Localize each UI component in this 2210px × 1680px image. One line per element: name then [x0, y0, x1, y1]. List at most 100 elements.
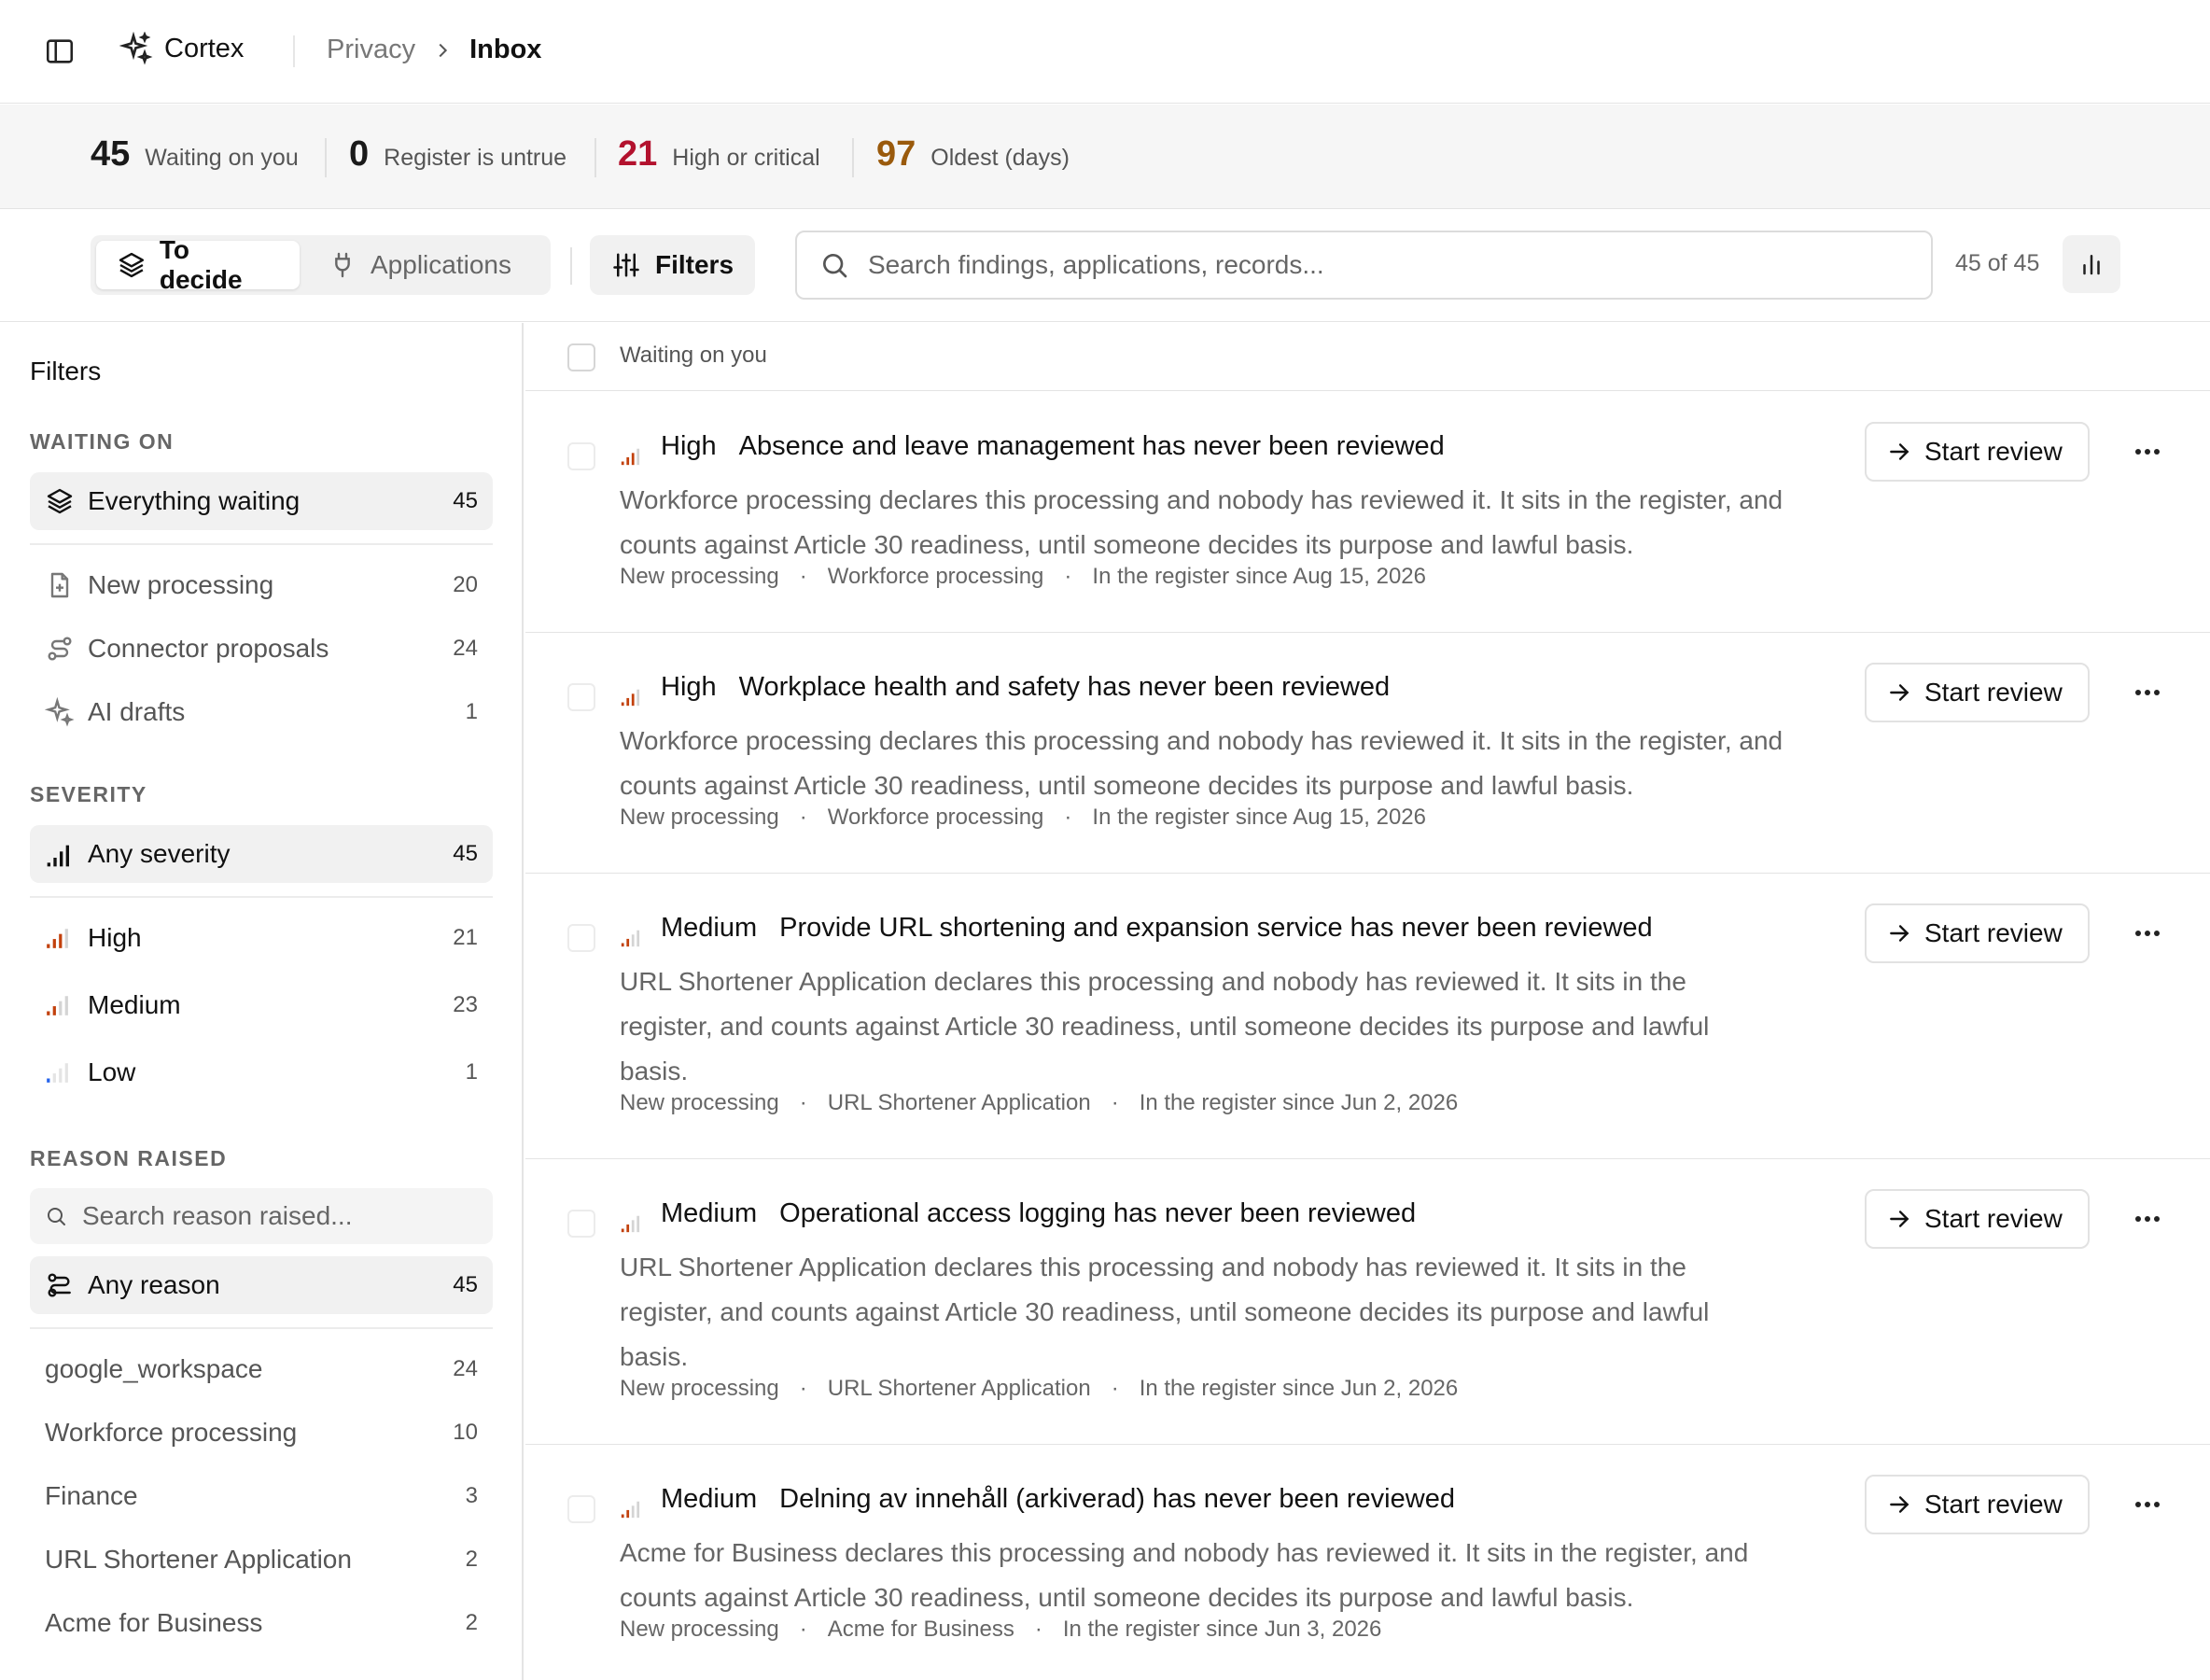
- sidebar-title: Filters: [30, 357, 102, 385]
- start-review-label: Start review: [1924, 918, 2063, 947]
- finding-description: Workforce processing declares this proce…: [620, 726, 1783, 800]
- meta-separator: ·: [799, 1376, 807, 1401]
- filter-count: 2: [465, 1610, 478, 1635]
- tab-to-decide-label: To decide: [159, 235, 243, 294]
- tab-applications-label: Applications: [371, 250, 511, 279]
- breadcrumb-privacy[interactable]: Privacy: [327, 35, 415, 65]
- more-options-icon[interactable]: [2133, 1491, 2162, 1518]
- filter-label: Any severity: [88, 839, 231, 868]
- stat-divider: [594, 138, 596, 177]
- severity-label: Medium: [661, 1198, 758, 1228]
- row-checkbox[interactable]: [567, 683, 595, 711]
- more-options-icon[interactable]: [2133, 920, 2162, 946]
- start-review-button[interactable]: Start review: [1865, 663, 2090, 722]
- filter-reason-acme-for-business[interactable]: Acme for Business 2: [30, 1594, 493, 1652]
- finding-meta: New processing · URL Shortener Application…: [620, 1090, 1458, 1116]
- stat-high: 21 High or critical: [618, 134, 820, 175]
- view-switcher: To decide Applications: [91, 235, 551, 295]
- finding-meta: New processing · Workforce processing · In t…: [620, 805, 1426, 831]
- sidebar-divider: [30, 1327, 493, 1329]
- filter-label: Any reason: [88, 1270, 220, 1299]
- meta-kind: New processing: [620, 1376, 779, 1401]
- list-item[interactable]: Medium Operational access logging has nev…: [525, 1159, 2210, 1445]
- signal-medium-icon: [621, 1501, 640, 1519]
- filter-reason-google-workspace[interactable]: google_workspace 24: [30, 1340, 493, 1398]
- finding-title: Provide URL shortening and expansion ser…: [779, 913, 1653, 943]
- start-review-button[interactable]: Start review: [1865, 903, 2090, 963]
- stats-bar: 45 Waiting on you 0 Register is untrue 2…: [0, 105, 2210, 209]
- more-options-icon[interactable]: [2133, 679, 2162, 706]
- severity-label: Medium: [661, 1484, 758, 1514]
- meta-kind: New processing: [620, 1617, 779, 1642]
- meta-separator: ·: [1111, 1090, 1119, 1115]
- row-checkbox[interactable]: [567, 1210, 595, 1238]
- stat-divider: [852, 138, 854, 177]
- search-box: [795, 231, 1933, 300]
- row-checkbox[interactable]: [567, 924, 595, 952]
- row-title: High Workplace health and safety has neve…: [661, 672, 1390, 703]
- filter-severity-low[interactable]: Low 1: [30, 1043, 493, 1101]
- start-review-button[interactable]: Start review: [1865, 1475, 2090, 1534]
- topbar-divider: [293, 35, 295, 67]
- filter-severity-medium[interactable]: Medium 23: [30, 976, 493, 1034]
- meta-separator: ·: [799, 1090, 807, 1115]
- tab-to-decide[interactable]: To decide: [96, 235, 300, 294]
- signal-medium-icon: [621, 1215, 640, 1233]
- brand[interactable]: Cortex: [119, 32, 244, 65]
- sparkles-icon: [45, 697, 75, 727]
- start-review-button[interactable]: Start review: [1865, 1189, 2090, 1249]
- filters-button[interactable]: Filters: [590, 235, 755, 295]
- more-options-icon[interactable]: [2133, 439, 2162, 465]
- tab-applications[interactable]: Applications: [307, 241, 532, 289]
- layers-icon: [119, 252, 145, 278]
- finding-meta: New processing · Acme for Business · In the …: [620, 1617, 1381, 1643]
- filter-everything-waiting[interactable]: Everything waiting 45: [30, 472, 493, 530]
- filter-reason-url-shortener[interactable]: URL Shortener Application 2: [30, 1531, 493, 1589]
- search-input[interactable]: [868, 250, 1895, 280]
- stat-untrue-label: Register is untrue: [384, 145, 567, 171]
- filter-severity-high[interactable]: High 21: [30, 909, 493, 967]
- filter-new-processing[interactable]: New processing 20: [30, 556, 493, 614]
- more-options-icon[interactable]: [2133, 1206, 2162, 1232]
- filter-count: 24: [453, 636, 478, 661]
- finding-title: Workplace health and safety has never be…: [738, 672, 1391, 702]
- filter-label: URL Shortener Application: [45, 1545, 352, 1574]
- filter-count: 1: [465, 1059, 478, 1085]
- filter-label: google_workspace: [45, 1354, 263, 1383]
- meta-date: In the register since Aug 15, 2026: [1092, 564, 1426, 589]
- plug-icon: [335, 252, 350, 278]
- row-checkbox[interactable]: [567, 1495, 595, 1523]
- meta-source: Acme for Business: [827, 1617, 1014, 1642]
- reason-search-input[interactable]: [82, 1201, 474, 1231]
- toolbar-divider: [570, 247, 572, 285]
- list-item[interactable]: High Absence and leave management has nev…: [525, 392, 2210, 633]
- arrow-right-icon: [1890, 443, 1909, 460]
- sidebar-toggle-icon[interactable]: [44, 35, 76, 67]
- filter-count: 45: [453, 1272, 478, 1297]
- row-checkbox[interactable]: [567, 442, 595, 470]
- meta-separator: ·: [799, 564, 807, 589]
- stat-oldest: 97 Oldest (days): [876, 134, 1070, 175]
- signal-bars-icon: [47, 845, 69, 867]
- arrow-right-icon: [1890, 1211, 1909, 1227]
- select-all-checkbox[interactable]: [567, 343, 595, 371]
- row-title: High Absence and leave management has nev…: [661, 431, 1445, 462]
- chart-toggle-button[interactable]: [2063, 235, 2120, 293]
- finding-meta: New processing · Workforce processing · In t…: [620, 564, 1426, 590]
- filter-reason-finance[interactable]: Finance 3: [30, 1467, 493, 1525]
- filter-count: 3: [465, 1483, 478, 1508]
- list-item[interactable]: Medium Provide URL shortening and expansi…: [525, 874, 2210, 1159]
- filter-count: 2: [465, 1547, 478, 1572]
- meta-kind: New processing: [620, 805, 779, 830]
- filter-count: 45: [453, 841, 478, 866]
- toolbar: To decide Applications Filters Search fi…: [0, 210, 2210, 322]
- filter-reason-workforce-processing[interactable]: Workforce processing 10: [30, 1404, 493, 1462]
- filter-connector-proposals[interactable]: Connector proposals 24: [30, 620, 493, 678]
- filter-any-reason[interactable]: Any reason 45: [30, 1256, 493, 1314]
- start-review-button[interactable]: Start review: [1865, 422, 2090, 482]
- filter-ai-drafts[interactable]: AI drafts 1: [30, 683, 493, 741]
- breadcrumb: Privacy Inbox: [327, 35, 541, 65]
- list-item[interactable]: High Workplace health and safety has neve…: [525, 633, 2210, 874]
- list-item[interactable]: Medium Delning av innehåll (arkiverad) ha…: [525, 1445, 2210, 1680]
- filter-any-severity[interactable]: Any severity 45: [30, 825, 493, 883]
